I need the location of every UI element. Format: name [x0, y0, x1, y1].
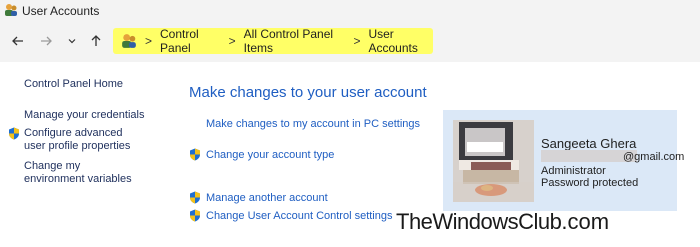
watermark-text: TheWindowsClub: [396, 209, 562, 234]
avatar: [453, 120, 534, 202]
control-panel-home-link[interactable]: Control Panel Home: [24, 78, 123, 90]
navigation-bar: > Control Panel > All Control Panel Item…: [0, 22, 700, 62]
watermark: TheWindowsClub .com: [392, 207, 609, 237]
address-bar[interactable]: > Control Panel > All Control Panel Item…: [113, 27, 433, 55]
change-account-type-link[interactable]: Change your account type: [190, 148, 335, 161]
window-title: User Accounts: [22, 4, 100, 18]
change-account-type-label: Change your account type: [206, 149, 335, 161]
user-accounts-app-icon: [4, 3, 18, 22]
uac-shield-icon: [9, 127, 19, 140]
user-info-panel: Sangeeta Ghera @gmail.com Administrator …: [443, 110, 684, 211]
up-arrow-icon: [91, 35, 101, 46]
user-email: @gmail.com: [623, 151, 685, 163]
up-button[interactable]: [86, 30, 106, 52]
manage-another-account-label: Manage another account: [206, 192, 328, 204]
back-arrow-icon: [12, 36, 23, 46]
breadcrumb-all-control-panel-items[interactable]: All Control Panel Items: [244, 27, 346, 55]
manage-another-account-link[interactable]: Manage another account: [190, 191, 328, 204]
chevron-down-icon: [68, 39, 76, 44]
breadcrumb-control-panel[interactable]: Control Panel: [160, 27, 221, 55]
back-button[interactable]: [8, 30, 28, 52]
uac-shield-icon: [190, 191, 200, 204]
breadcrumb-separator: >: [145, 34, 153, 48]
forward-arrow-icon: [41, 36, 52, 46]
uac-shield-icon: [190, 209, 200, 222]
sidebar-item-advanced-profile[interactable]: Configure advanced user profile properti…: [24, 127, 142, 152]
user-accounts-icon: [121, 33, 137, 49]
sidebar-item-credentials[interactable]: Manage your credentials: [24, 109, 144, 122]
uac-settings-label: Change User Account Control settings: [206, 210, 393, 222]
breadcrumb-user-accounts[interactable]: User Accounts: [368, 27, 433, 55]
recent-locations-button[interactable]: [62, 30, 82, 52]
user-role: Administrator: [541, 165, 606, 177]
sidebar-item-environment-variables[interactable]: Change my environment variables: [24, 160, 142, 185]
uac-settings-link[interactable]: Change User Account Control settings: [190, 209, 393, 222]
password-status: Password protected: [541, 177, 639, 189]
user-name: Sangeeta Ghera: [541, 136, 637, 151]
page-title: Make changes to your user account: [189, 84, 427, 101]
pc-settings-link[interactable]: Make changes to my account in PC setting…: [206, 118, 420, 130]
breadcrumb-separator: >: [228, 34, 236, 48]
watermark-suffix: .com: [561, 209, 610, 234]
forward-button[interactable]: [36, 30, 56, 52]
title-bar: User Accounts: [0, 0, 700, 22]
uac-shield-icon: [190, 148, 200, 161]
breadcrumb-separator: >: [353, 34, 361, 48]
